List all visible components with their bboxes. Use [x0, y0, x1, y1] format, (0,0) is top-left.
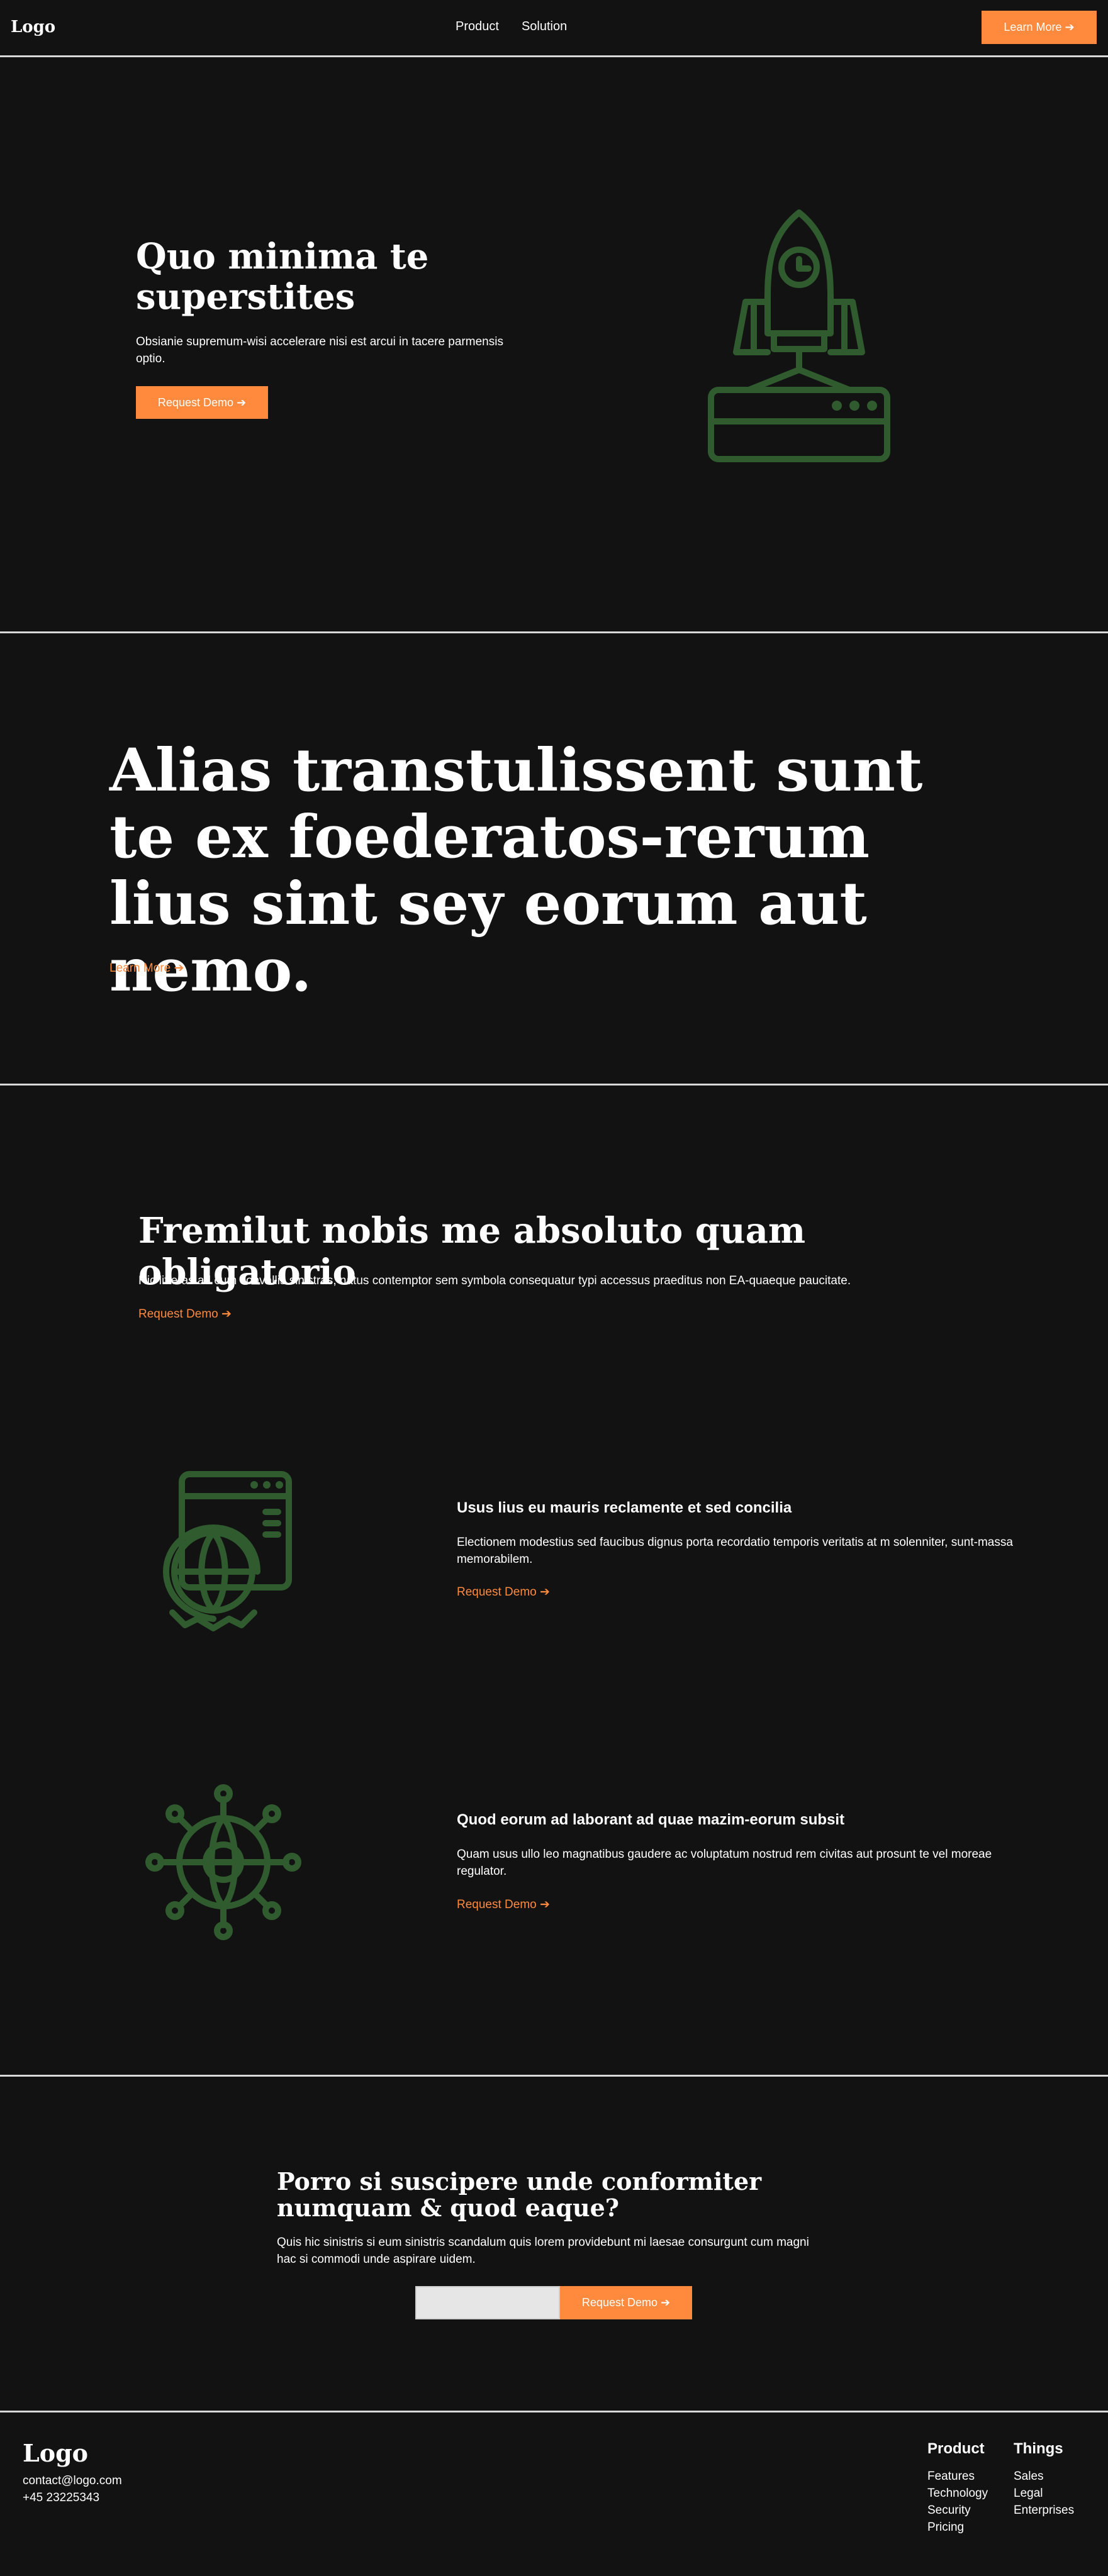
footer-link-legal[interactable]: Legal [1014, 2485, 1074, 2502]
logo[interactable]: Logo [11, 18, 55, 36]
cta-request-demo-button[interactable]: Request Demo ➔ [560, 2286, 692, 2319]
statement-title: Alias transtulissent sunt te ex foederat… [109, 736, 923, 1005]
divider [0, 2075, 1108, 2077]
divider [0, 1084, 1108, 1085]
hero-request-demo-button[interactable]: Request Demo ➔ [136, 386, 268, 419]
footer-link-features[interactable]: Features [927, 2468, 988, 2485]
footer-link-enterprises[interactable]: Enterprises [1014, 2502, 1074, 2519]
footer-logo[interactable]: Logo [23, 2439, 88, 2467]
divider [0, 631, 1108, 633]
nav-item-product[interactable]: Product [456, 19, 499, 34]
footer-link-sales[interactable]: Sales [1014, 2468, 1074, 2485]
footer-column-things: Things Sales Legal Enterprises [1014, 2440, 1074, 2519]
main-nav: Product Solution [456, 19, 567, 34]
email-input[interactable] [415, 2286, 560, 2319]
browser-globe-gear-icon [154, 1468, 298, 1631]
cta-body: Quis hic sinistris si eum sinistris scan… [277, 2236, 809, 2266]
divider [0, 2411, 1108, 2412]
footer-link-security[interactable]: Security [927, 2502, 988, 2519]
hero-title: Quo minima te superstites [136, 236, 429, 318]
footer-link-technology[interactable]: Technology [927, 2485, 988, 2502]
footer-column-title: Things [1014, 2440, 1063, 2457]
rocket-server-icon [692, 208, 900, 472]
feature-2-title: Quod eorum ad laborant ad quae mazim-eor… [457, 1811, 845, 1828]
feature-1-title: Usus lius eu mauris reclamente et sed co… [457, 1499, 792, 1516]
nav-item-solution[interactable]: Solution [522, 19, 567, 34]
footer-column-title: Product [927, 2440, 985, 2457]
hero-body: Obsianie supremum-wisi accelerare nisi e… [136, 335, 503, 365]
divider [0, 55, 1108, 57]
footer-email[interactable]: contact@logo.com [23, 2474, 122, 2488]
footer-column-product: Product Features Technology Security Pri… [927, 2440, 988, 2536]
feature-2-body: Quam usus ullo leo magnatibus gaudere ac… [457, 1848, 992, 1878]
features-body: Hic litteras ad cum convallis sinistras,… [138, 1274, 851, 1287]
feature-2-request-demo-link[interactable]: Request Demo ➔ [457, 1897, 550, 1912]
feature-1-body: Electionem modestius sed faucibus dignus… [457, 1536, 1013, 1566]
cta-title: Porro si suscipere unde conformiter numq… [277, 2167, 762, 2222]
footer-link-pricing[interactable]: Pricing [927, 2519, 988, 2536]
footer-phone: +45 23225343 [23, 2491, 100, 2504]
globe-network-icon [145, 1784, 302, 1941]
header-learn-more-button[interactable]: Learn More ➔ [982, 11, 1097, 44]
statement-learn-more-link[interactable]: Learn More ➔ [109, 961, 184, 975]
header: Logo Product Solution Learn More ➔ [0, 0, 1108, 55]
features-request-demo-link[interactable]: Request Demo ➔ [138, 1307, 232, 1321]
feature-1-request-demo-link[interactable]: Request Demo ➔ [457, 1585, 550, 1599]
